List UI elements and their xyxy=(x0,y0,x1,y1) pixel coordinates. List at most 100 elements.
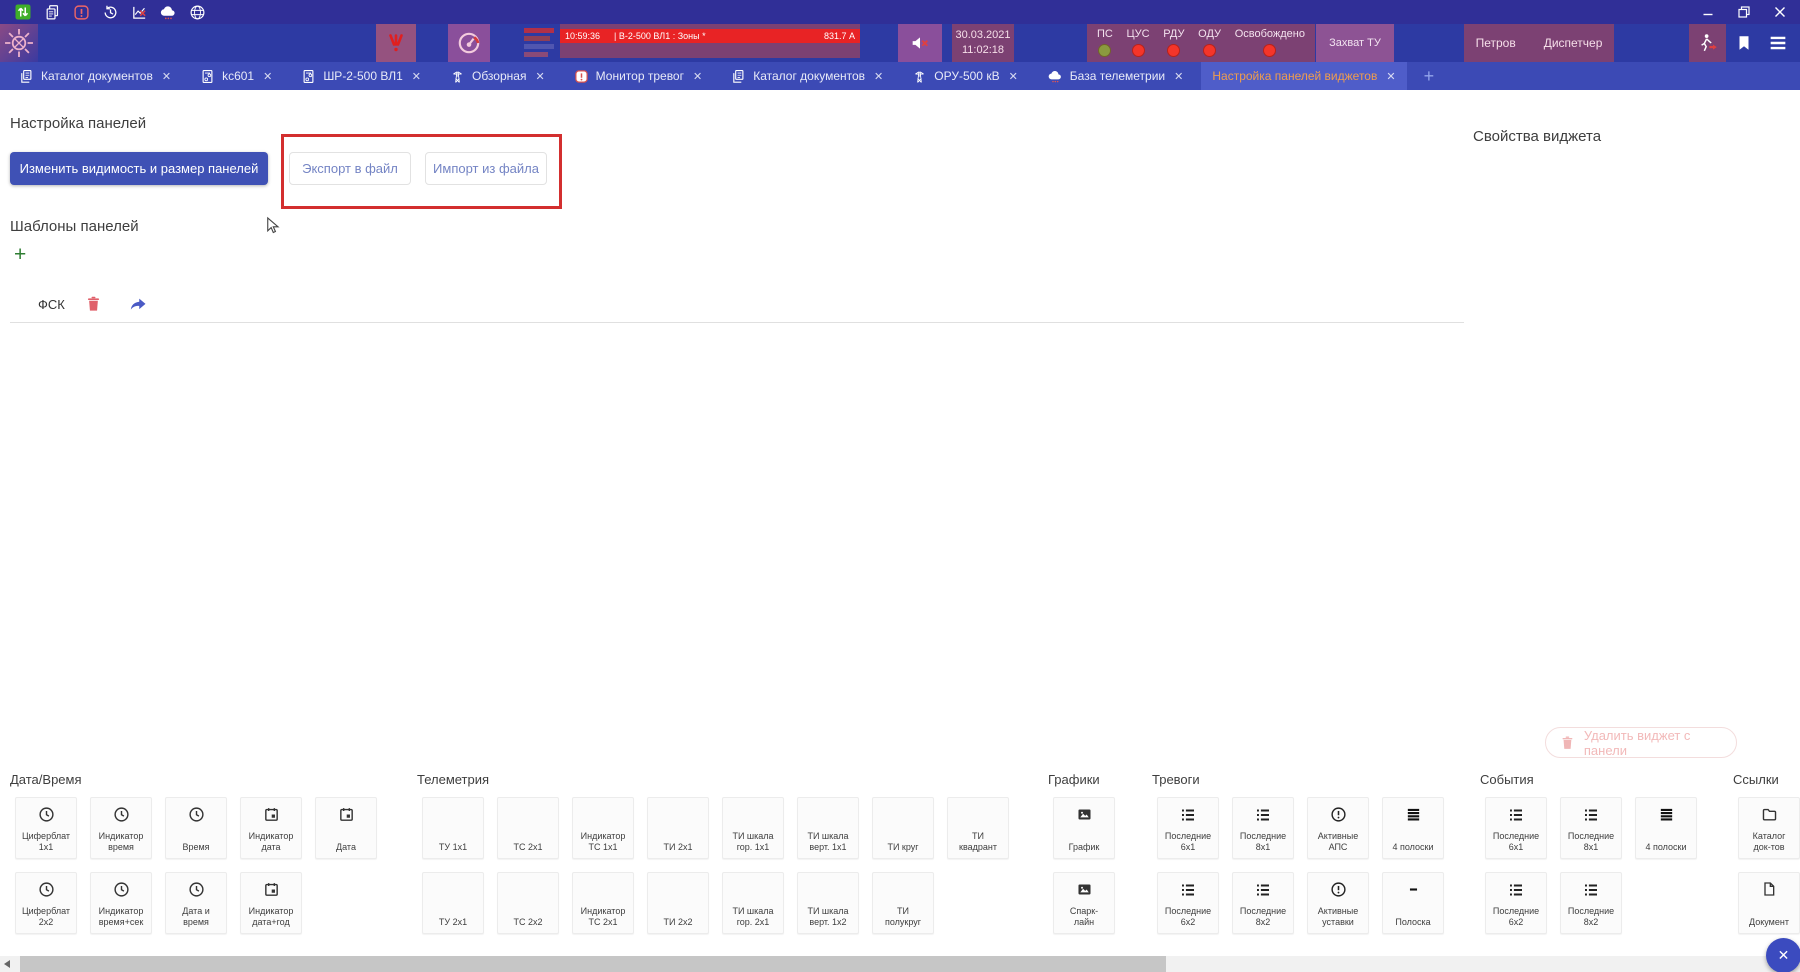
widget-card[interactable]: Полоска xyxy=(1382,872,1444,934)
menu-icon[interactable] xyxy=(1762,24,1794,62)
bars4-icon xyxy=(1636,806,1696,823)
widget-card[interactable]: Последние 8x1 xyxy=(1232,797,1294,859)
tab-label: Каталог документов xyxy=(753,69,866,83)
status-label: Освобождено xyxy=(1234,28,1305,40)
close-icon[interactable] xyxy=(1770,4,1790,20)
document-icon xyxy=(1739,881,1799,897)
status-0: ПС xyxy=(1097,28,1113,57)
widget-card[interactable]: Активные АПС xyxy=(1307,797,1369,859)
scrollbar-thumb[interactable] xyxy=(20,956,1166,972)
widget-card[interactable]: Последние 6x1 xyxy=(1157,797,1219,859)
app-logo-icon[interactable] xyxy=(0,24,38,62)
widget-card[interactable]: ТИ квадрант xyxy=(947,797,1009,859)
widget-card[interactable]: Последние 8x2 xyxy=(1232,872,1294,934)
tab-close-icon[interactable]: ✕ xyxy=(1009,70,1018,83)
tab-close-icon[interactable]: ✕ xyxy=(1386,70,1395,83)
widget-card[interactable]: Циферблат 1x1 xyxy=(15,797,77,859)
widget-card[interactable]: Индикатор время xyxy=(90,797,152,859)
tab-7[interactable]: База телеметрии ✕ xyxy=(1036,62,1195,90)
add-tab-button[interactable]: + xyxy=(1414,66,1445,87)
tab-4[interactable]: Монитор тревог ✕ xyxy=(563,62,714,90)
export-button[interactable]: Экспорт в файл xyxy=(289,152,411,185)
globe-icon[interactable] xyxy=(188,3,206,21)
tab-close-icon[interactable]: ✕ xyxy=(263,70,272,83)
tab-label: База телеметрии xyxy=(1069,69,1166,83)
widget-card[interactable]: Активные уставки xyxy=(1307,872,1369,934)
widget-card[interactable]: 4 полоски xyxy=(1635,797,1697,859)
delete-widget-button[interactable]: Удалить виджет с панели xyxy=(1545,727,1737,758)
user-name[interactable]: Петров xyxy=(1476,36,1516,50)
widget-card[interactable]: Индикатор ТС 2x1 xyxy=(572,872,634,934)
widget-card[interactable]: ТИ 2x1 xyxy=(647,797,709,859)
tab-6[interactable]: ОРУ-500 кВ ✕ xyxy=(901,62,1029,90)
widget-card[interactable]: Спарк-лайн xyxy=(1053,872,1115,934)
tab-close-icon[interactable]: ✕ xyxy=(1174,70,1183,83)
widget-card[interactable]: ТС 2x2 xyxy=(497,872,559,934)
widget-card[interactable]: ТИ полукруг xyxy=(872,872,934,934)
widget-card[interactable]: Последние 8x1 xyxy=(1560,797,1622,859)
v-alarm-logo-icon[interactable] xyxy=(376,24,416,62)
tab-3[interactable]: Обзорная ✕ xyxy=(439,62,556,90)
tab-8[interactable]: Настройка панелей виджетов ✕ xyxy=(1201,62,1407,90)
widget-card[interactable]: График xyxy=(1053,797,1115,859)
widget-card[interactable]: ТИ шкала гор. 1x1 xyxy=(722,797,784,859)
tab-close-icon[interactable]: ✕ xyxy=(412,70,421,83)
horizontal-scrollbar[interactable] xyxy=(0,956,1800,972)
alarm-banner[interactable]: 10:59:36 | В-2-500 ВЛ1 : Зоны * 831.7 А xyxy=(560,29,860,43)
minimize-icon[interactable] xyxy=(1698,4,1718,20)
widget-card[interactable]: ТИ шкала верт. 1x2 xyxy=(797,872,859,934)
scroll-left-arrow-icon[interactable] xyxy=(4,960,10,968)
change-visibility-button[interactable]: Изменить видимость и размер панелей xyxy=(10,152,268,185)
alarm-monitor-icon[interactable] xyxy=(72,3,90,21)
tab-1[interactable]: kc601 ✕ xyxy=(189,62,283,90)
widget-card[interactable]: Дата xyxy=(315,797,377,859)
copy-documents-icon[interactable] xyxy=(43,3,61,21)
panel-visibility-icon[interactable] xyxy=(14,3,32,21)
widget-card[interactable]: ТИ шкала гор. 2x1 xyxy=(722,872,784,934)
logout-icon[interactable] xyxy=(1689,24,1726,62)
widget-card[interactable]: Индикатор дата+год xyxy=(240,872,302,934)
widget-card-label: Циферблат 1x1 xyxy=(21,831,71,852)
widget-card[interactable]: Индикатор время+сек xyxy=(90,872,152,934)
add-template-button[interactable]: + xyxy=(14,244,26,266)
mute-speaker-icon[interactable] xyxy=(898,24,942,62)
user-role[interactable]: Диспетчер xyxy=(1544,36,1603,50)
tab-0[interactable]: Каталог документов ✕ xyxy=(8,62,182,90)
status-panel: ПС ЦУС РДУ ОДУ Освобождено xyxy=(1087,24,1315,62)
tab-close-icon[interactable]: ✕ xyxy=(162,70,171,83)
import-button[interactable]: Импорт из файла xyxy=(425,152,547,185)
widget-card[interactable]: Последние 6x2 xyxy=(1157,872,1219,934)
telemetry-cloud-icon[interactable] xyxy=(159,3,177,21)
widget-card[interactable]: Индикатор дата xyxy=(240,797,302,859)
widget-card[interactable]: Дата и время xyxy=(165,872,227,934)
widget-card[interactable]: Документ xyxy=(1738,872,1800,934)
tab-2[interactable]: ШР-2-500 ВЛ1 ✕ xyxy=(290,62,432,90)
widget-card[interactable]: ТУ 1x1 xyxy=(422,797,484,859)
tab-close-icon[interactable]: ✕ xyxy=(535,70,544,83)
restore-icon[interactable] xyxy=(1734,4,1754,20)
tab-close-icon[interactable]: ✕ xyxy=(874,70,883,83)
share-template-icon[interactable] xyxy=(128,294,148,314)
widget-card[interactable]: ТИ шкала верт. 1x1 xyxy=(797,797,859,859)
widget-card[interactable]: ТУ 2x1 xyxy=(422,872,484,934)
capture-tu-button[interactable]: Захват ТУ xyxy=(1316,24,1394,62)
history-icon[interactable] xyxy=(101,3,119,21)
close-panel-fab[interactable]: ✕ xyxy=(1766,938,1800,972)
widget-card[interactable]: ТИ круг xyxy=(872,797,934,859)
bookmark-icon[interactable] xyxy=(1731,24,1757,62)
gauge-icon[interactable] xyxy=(448,24,490,62)
widget-card[interactable]: Последние 6x2 xyxy=(1485,872,1547,934)
tab-5[interactable]: Каталог документов ✕ xyxy=(720,62,894,90)
widget-card[interactable]: 4 полоски xyxy=(1382,797,1444,859)
delete-template-icon[interactable] xyxy=(84,294,104,314)
widget-card[interactable]: Индикатор ТС 1x1 xyxy=(572,797,634,859)
widget-card[interactable]: ТС 2x1 xyxy=(497,797,559,859)
widget-card[interactable]: Последние 6x1 xyxy=(1485,797,1547,859)
tab-close-icon[interactable]: ✕ xyxy=(693,70,702,83)
chart-disabled-icon[interactable] xyxy=(130,3,148,21)
widget-card[interactable]: Каталог док-тов xyxy=(1738,797,1800,859)
widget-card[interactable]: Время xyxy=(165,797,227,859)
widget-card[interactable]: Последние 8x2 xyxy=(1560,872,1622,934)
widget-card[interactable]: ТИ 2x2 xyxy=(647,872,709,934)
widget-card[interactable]: Циферблат 2x2 xyxy=(15,872,77,934)
